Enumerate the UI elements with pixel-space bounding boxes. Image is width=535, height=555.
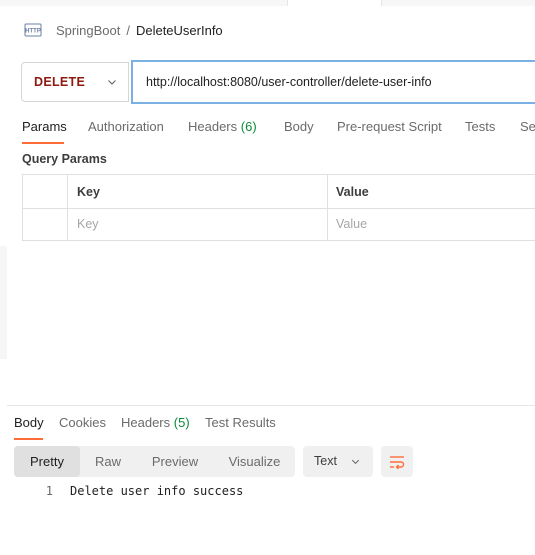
query-params-title: Query Params xyxy=(22,152,107,166)
active-window-tab[interactable] xyxy=(287,0,382,6)
table-header-row: Key Value xyxy=(23,175,535,209)
view-mode-visualize[interactable]: Visualize xyxy=(214,446,295,477)
response-line: Delete user info success xyxy=(70,484,244,498)
breadcrumb-separator: / xyxy=(126,22,130,38)
active-tab-indicator xyxy=(22,142,64,144)
url-input[interactable]: http://localhost:8080/user-controller/de… xyxy=(131,60,535,104)
svg-text:HTTP: HTTP xyxy=(25,29,41,35)
key-input[interactable]: Key xyxy=(77,217,99,231)
value-input[interactable]: Value xyxy=(336,217,367,231)
format-label: Text xyxy=(314,454,337,468)
tab-headers-count: (6) xyxy=(240,119,257,134)
response-tab-headers-count: (5) xyxy=(173,415,190,430)
tab-pre-request-script[interactable]: Pre-request Script xyxy=(337,119,442,134)
wrap-lines-icon xyxy=(390,455,405,469)
breadcrumb-request-name[interactable]: DeleteUserInfo xyxy=(136,23,223,38)
tab-tests[interactable]: Tests xyxy=(465,119,495,134)
table-row: Key Value xyxy=(23,208,535,241)
view-mode-pretty[interactable]: Pretty xyxy=(14,446,80,477)
chevron-down-icon xyxy=(351,459,360,465)
left-rail-shade xyxy=(0,246,7,359)
window-tab-strip xyxy=(0,0,535,6)
http-request-icon: HTTP xyxy=(24,23,42,37)
chevron-down-icon xyxy=(108,80,116,85)
column-header-key: Key xyxy=(77,185,100,199)
tab-params[interactable]: Params xyxy=(22,119,67,134)
response-tab-test-results[interactable]: Test Results xyxy=(205,415,276,430)
column-header-value: Value xyxy=(336,185,369,199)
query-params-table: Key Value Key Value xyxy=(22,174,535,241)
line-number: 1 xyxy=(45,484,53,498)
tab-headers-label: Headers xyxy=(188,119,238,134)
tab-settings[interactable]: Se xyxy=(520,119,535,134)
view-mode-raw[interactable]: Raw xyxy=(80,446,136,477)
wrap-lines-button[interactable] xyxy=(381,446,413,477)
response-tab-headers[interactable]: Headers (5) xyxy=(121,415,190,430)
tab-body[interactable]: Body xyxy=(284,119,314,134)
view-mode-preview[interactable]: Preview xyxy=(136,446,214,477)
breadcrumb-collection[interactable]: SpringBoot xyxy=(56,23,120,38)
response-tab-body[interactable]: Body xyxy=(14,415,44,430)
breadcrumb: HTTP SpringBoot / DeleteUserInfo xyxy=(24,20,223,40)
column-divider xyxy=(67,175,68,240)
method-select[interactable]: DELETE xyxy=(21,62,129,102)
tab-authorization[interactable]: Authorization xyxy=(88,119,164,134)
view-mode-group: Pretty Raw Preview Visualize xyxy=(14,446,295,477)
method-label: DELETE xyxy=(34,75,86,89)
response-divider[interactable] xyxy=(7,405,535,406)
column-divider xyxy=(327,175,328,240)
url-text: http://localhost:8080/user-controller/de… xyxy=(146,75,432,89)
response-tab-cookies[interactable]: Cookies xyxy=(59,415,106,430)
tab-headers[interactable]: Headers (6) xyxy=(188,119,257,134)
active-response-tab-indicator xyxy=(14,438,43,440)
left-rail xyxy=(0,6,7,555)
format-select[interactable]: Text xyxy=(303,446,373,477)
response-tab-headers-label: Headers xyxy=(121,415,171,430)
